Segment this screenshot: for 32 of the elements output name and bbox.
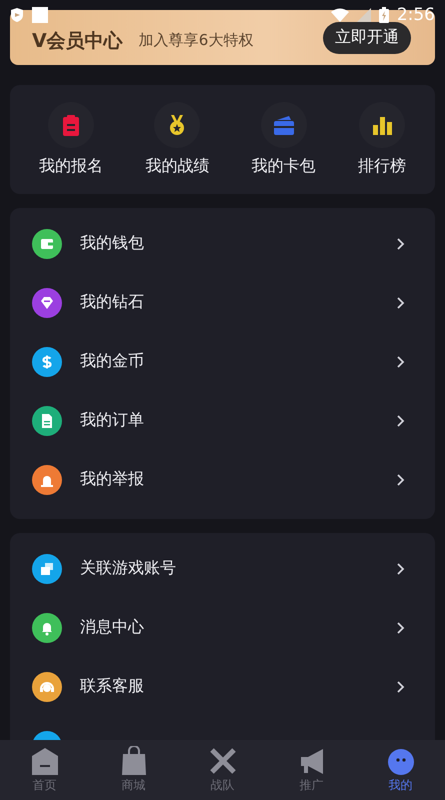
chevron-right-icon — [396, 354, 405, 368]
vip-subtitle: 加入尊享6大特权 — [138, 31, 254, 50]
house-icon — [30, 746, 60, 776]
menu-item[interactable]: 联系客服 — [80, 676, 144, 697]
wifi-icon — [330, 8, 349, 22]
shortcut-label[interactable]: 我的卡包 — [252, 156, 316, 177]
card-icon — [272, 114, 295, 136]
chevron-right-icon — [396, 236, 405, 250]
menu-item[interactable]: 我的举报 — [80, 469, 144, 490]
open-vip-button[interactable]: 立即开通 — [323, 22, 411, 54]
chevron-right-icon — [396, 562, 405, 576]
shield-icon — [10, 7, 24, 23]
tab[interactable]: 我的 — [366, 746, 436, 794]
menu-item[interactable]: 我的钻石 — [80, 292, 144, 313]
square-icon — [32, 7, 48, 23]
shortcut-label[interactable]: 排行榜 — [358, 156, 406, 177]
face-icon — [386, 746, 416, 776]
menu-item[interactable]: 我的钱包 — [80, 233, 144, 254]
menu-item[interactable]: 我的金币 — [80, 351, 144, 372]
chevron-right-icon — [396, 680, 405, 694]
menu-item[interactable]: 我的订单 — [80, 410, 144, 431]
bar-chart-icon — [370, 114, 393, 136]
battery-icon — [378, 7, 389, 23]
shortcut-label[interactable]: 我的报名 — [39, 156, 104, 177]
menu-item[interactable]: 关联游戏账号 — [80, 558, 176, 579]
chevron-right-icon — [396, 414, 405, 428]
vip-title: V会员中心 — [32, 28, 123, 54]
chevron-right-icon — [396, 620, 405, 634]
chevron-right-icon — [396, 472, 405, 486]
shortcut-label[interactable]: 我的战绩 — [145, 156, 210, 177]
menu-item[interactable]: 消息中心 — [80, 617, 144, 638]
chevron-right-icon — [396, 296, 405, 310]
